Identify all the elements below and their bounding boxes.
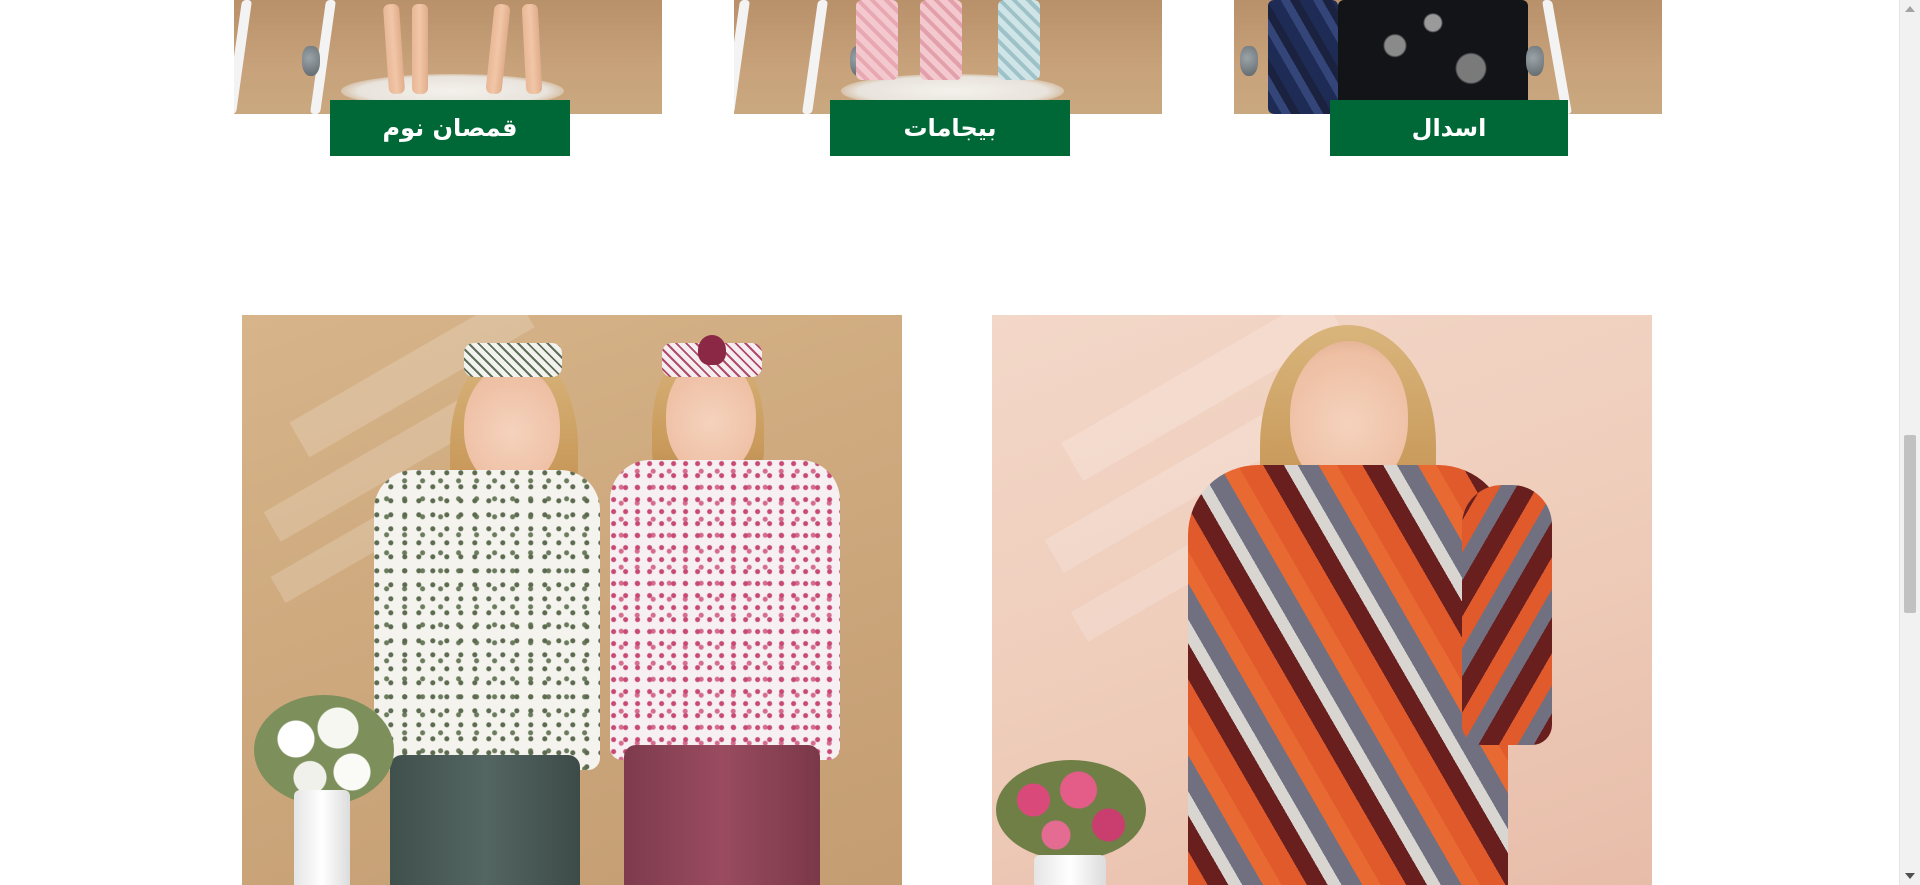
patterned-shirt: [1188, 465, 1508, 885]
category-button-prayer-dress[interactable]: اسدال: [1330, 100, 1568, 156]
featured-photo-floral-pajama-tops[interactable]: [242, 315, 902, 885]
white-vase-decoration: [1034, 855, 1106, 885]
headband-bow: [698, 335, 726, 365]
vase-decoration: [1526, 46, 1544, 76]
scrollbar-thumb[interactable]: [1904, 435, 1916, 613]
white-flowers-decoration: [254, 695, 394, 805]
pink-flowers-decoration: [996, 760, 1146, 860]
page: قمصان نوم بيجامات اسدال: [0, 0, 1900, 885]
vase-decoration: [302, 46, 320, 76]
category-button-nightgowns[interactable]: قمصان نوم: [330, 100, 570, 156]
vertical-scrollbar[interactable]: [1899, 0, 1920, 885]
category-image-pajamas[interactable]: [734, 0, 1162, 114]
featured-photo-patterned-shirt[interactable]: [992, 315, 1652, 885]
category-image-nightgowns[interactable]: [234, 0, 662, 114]
vase-decoration: [1240, 46, 1258, 76]
category-button-pajamas[interactable]: بيجامات: [830, 100, 1070, 156]
white-vase-decoration: [294, 790, 350, 885]
scroll-down-arrow-icon[interactable]: [1905, 873, 1915, 879]
category-image-prayer-dress[interactable]: [1234, 0, 1662, 114]
shirt-sleeve: [1462, 485, 1552, 745]
scroll-up-arrow-icon[interactable]: [1905, 6, 1915, 12]
